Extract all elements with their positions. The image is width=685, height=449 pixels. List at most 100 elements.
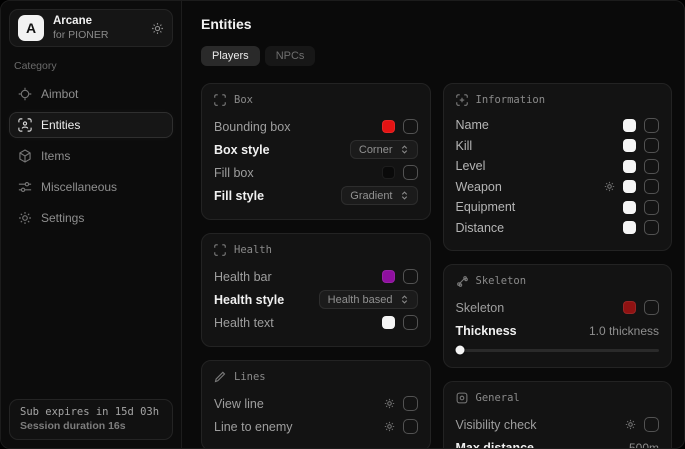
setting-row-fill-style: Fill style Gradient: [214, 184, 418, 207]
sidebar-item-label: Miscellaneous: [41, 180, 117, 194]
slider-thumb[interactable]: [455, 346, 464, 355]
main-content: Entities Players NPCs Box: [182, 1, 684, 448]
entity-tabs: Players NPCs: [201, 46, 672, 66]
checkbox[interactable]: [403, 119, 418, 134]
setting-row-bounding-box: Bounding box: [214, 115, 418, 138]
setting-row-name: Name: [456, 115, 660, 136]
gear-icon[interactable]: [625, 419, 636, 430]
color-swatch[interactable]: [623, 180, 636, 193]
crosshair-icon: [18, 87, 32, 101]
color-swatch[interactable]: [623, 160, 636, 173]
checkbox[interactable]: [403, 396, 418, 411]
box-scan-icon: [214, 94, 226, 106]
color-swatch[interactable]: [623, 139, 636, 152]
setting-row-box-style: Box style Corner: [214, 138, 418, 161]
gear-icon: [18, 211, 32, 225]
sliders-icon: [18, 180, 32, 194]
card-title: Health: [234, 244, 272, 256]
unfold-icon: [400, 295, 409, 304]
sidebar-item-label: Aimbot: [41, 87, 78, 101]
checkbox[interactable]: [644, 138, 659, 153]
general-card: General Visibility check: [443, 381, 673, 448]
category-label: Category: [14, 60, 169, 72]
cube-icon: [18, 149, 32, 163]
setting-row-equipment: Equipment: [456, 197, 660, 218]
page-title: Entities: [201, 16, 672, 32]
setting-row-view-line: View line: [214, 392, 418, 415]
color-swatch[interactable]: [623, 201, 636, 214]
setting-row-kill: Kill: [456, 136, 660, 157]
card-title: Box: [234, 94, 253, 106]
setting-row-level: Level: [456, 156, 660, 177]
max-distance-value: 500m: [629, 441, 659, 449]
health-scan-icon: [214, 244, 226, 256]
gear-icon[interactable]: [384, 421, 395, 432]
checkbox[interactable]: [644, 220, 659, 235]
app-window: A Arcane for PIONER Category: [0, 0, 685, 449]
information-card: Information Name Kill: [443, 83, 673, 251]
health-style-dropdown[interactable]: Health based: [319, 290, 418, 309]
session-duration-text: Session duration 16s: [20, 420, 162, 432]
general-gear-icon: [456, 392, 468, 404]
setting-row-thickness: Thickness 1.0 thickness: [456, 319, 660, 342]
setting-row-health-text: Health text: [214, 311, 418, 334]
color-swatch[interactable]: [382, 120, 395, 133]
checkbox[interactable]: [403, 269, 418, 284]
lines-card: Lines View line: [201, 360, 431, 448]
subscription-info-card: Sub expires in 15d 03h Session duration …: [9, 399, 173, 440]
sidebar-item-label: Items: [41, 149, 70, 163]
setting-row-visibility-check: Visibility check: [456, 413, 660, 436]
color-swatch[interactable]: [382, 270, 395, 283]
bone-icon: [456, 275, 468, 287]
gear-icon[interactable]: [604, 181, 615, 192]
sidebar: A Arcane for PIONER Category: [1, 1, 182, 448]
sub-expires-text: Sub expires in 15d 03h: [20, 406, 162, 418]
checkbox[interactable]: [403, 315, 418, 330]
sidebar-item-aimbot[interactable]: Aimbot: [9, 81, 173, 107]
box-card: Box Bounding box Box style Corner: [201, 83, 431, 220]
sidebar-item-settings[interactable]: Settings: [9, 205, 173, 231]
tab-npcs[interactable]: NPCs: [265, 46, 316, 66]
color-swatch[interactable]: [623, 119, 636, 132]
color-swatch[interactable]: [623, 221, 636, 234]
info-scan-icon: [456, 94, 468, 106]
pencil-icon: [214, 371, 226, 383]
color-swatch[interactable]: [623, 301, 636, 314]
gear-icon[interactable]: [151, 22, 164, 35]
app-logo: A: [18, 15, 44, 41]
checkbox[interactable]: [403, 165, 418, 180]
box-style-dropdown[interactable]: Corner: [350, 140, 418, 159]
checkbox[interactable]: [644, 300, 659, 315]
card-title: Lines: [234, 371, 266, 383]
setting-row-weapon: Weapon: [456, 177, 660, 198]
checkbox[interactable]: [644, 179, 659, 194]
card-title: Information: [476, 94, 546, 106]
sidebar-item-label: Settings: [41, 211, 84, 225]
checkbox[interactable]: [644, 417, 659, 432]
setting-row-fill-box: Fill box: [214, 161, 418, 184]
fill-style-dropdown[interactable]: Gradient: [341, 186, 417, 205]
setting-row-health-style: Health style Health based: [214, 288, 418, 311]
checkbox[interactable]: [644, 159, 659, 174]
thickness-slider[interactable]: [456, 345, 660, 355]
brand-card: A Arcane for PIONER: [9, 9, 173, 47]
unfold-icon: [400, 145, 409, 154]
health-card: Health Health bar Health style Health ba…: [201, 233, 431, 347]
app-name: Arcane: [53, 15, 142, 28]
gear-icon[interactable]: [384, 398, 395, 409]
sidebar-item-items[interactable]: Items: [9, 143, 173, 169]
checkbox[interactable]: [644, 118, 659, 133]
sidebar-item-label: Entities: [41, 118, 80, 132]
color-swatch[interactable]: [382, 166, 395, 179]
checkbox[interactable]: [403, 419, 418, 434]
unfold-icon: [400, 191, 409, 200]
app-subtitle: for PIONER: [53, 29, 142, 41]
setting-row-skeleton: Skeleton: [456, 296, 660, 319]
sidebar-item-miscellaneous[interactable]: Miscellaneous: [9, 174, 173, 200]
checkbox[interactable]: [644, 200, 659, 215]
thickness-value: 1.0 thickness: [589, 324, 659, 338]
sidebar-item-entities[interactable]: Entities: [9, 112, 173, 138]
sidebar-nav: Aimbot Entities: [9, 81, 173, 231]
tab-players[interactable]: Players: [201, 46, 260, 66]
color-swatch[interactable]: [382, 316, 395, 329]
